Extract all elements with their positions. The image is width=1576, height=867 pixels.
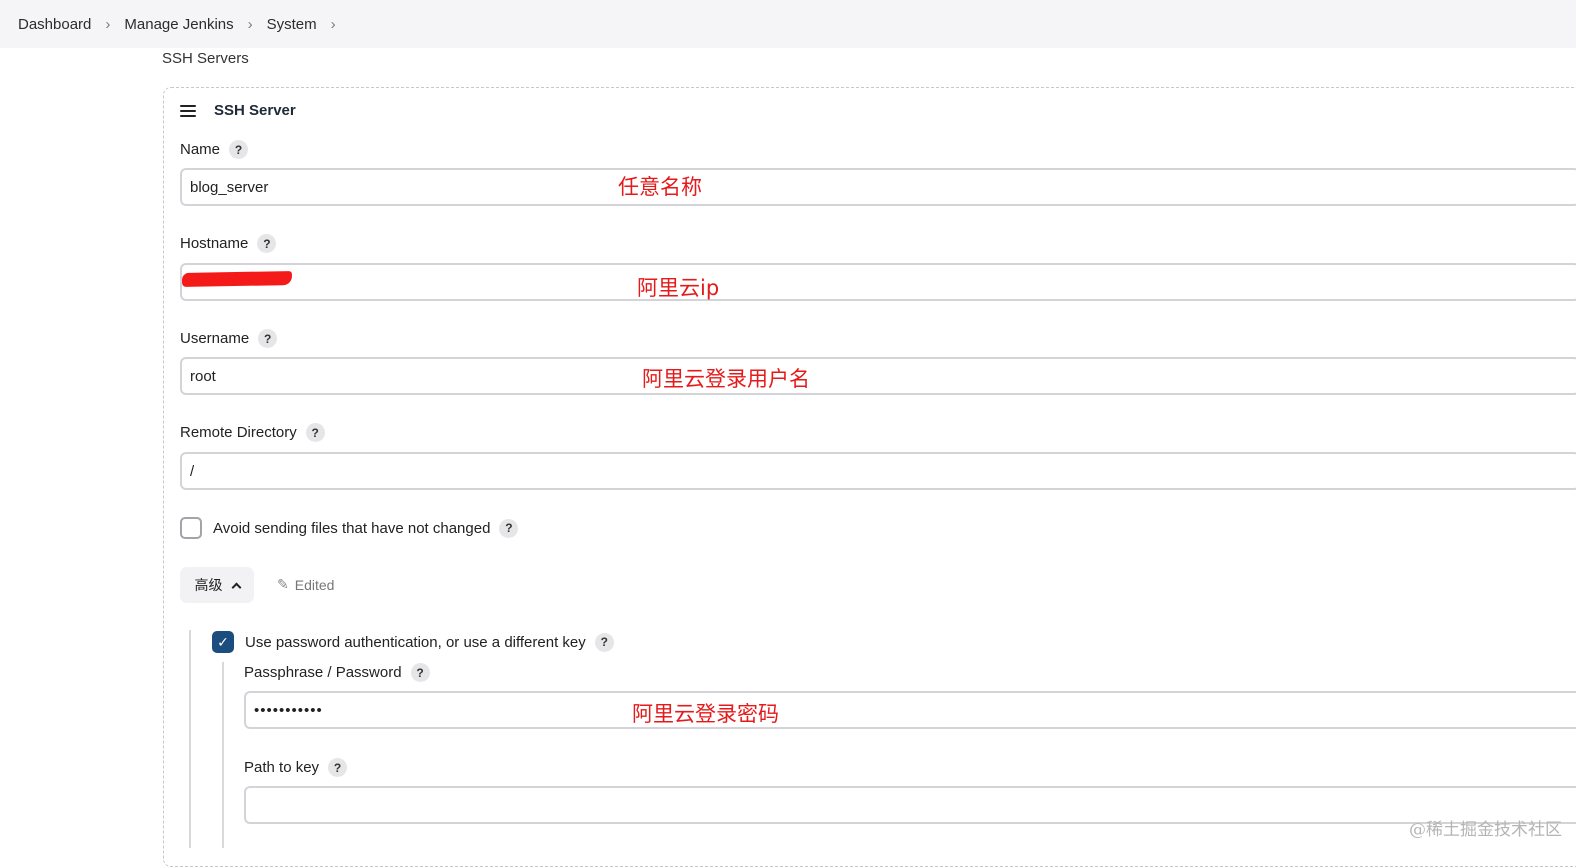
username-label-text: Username bbox=[180, 330, 249, 347]
help-icon[interactable]: ? bbox=[595, 633, 614, 652]
help-icon[interactable]: ? bbox=[306, 423, 325, 442]
password-auth-row: ✓ Use password authentication, or use a … bbox=[212, 631, 614, 653]
help-icon[interactable]: ? bbox=[499, 519, 518, 538]
avoid-sending-row: Avoid sending files that have not change… bbox=[180, 517, 518, 539]
panel-title: SSH Server bbox=[214, 102, 296, 119]
password-section-guide bbox=[222, 662, 224, 848]
chevron-right-icon: › bbox=[248, 16, 253, 33]
advanced-toggle-button[interactable]: 高级 bbox=[180, 567, 254, 603]
chevron-right-icon: › bbox=[105, 16, 110, 33]
chevron-right-icon: › bbox=[331, 16, 336, 33]
path-to-key-label-text: Path to key bbox=[244, 759, 319, 776]
breadcrumb-system[interactable]: System bbox=[267, 16, 317, 33]
edited-label: Edited bbox=[295, 577, 335, 593]
breadcrumb-manage-jenkins[interactable]: Manage Jenkins bbox=[124, 16, 233, 33]
remote-directory-label: Remote Directory ? bbox=[180, 423, 325, 442]
passphrase-label-text: Passphrase / Password bbox=[244, 664, 402, 681]
path-to-key-label: Path to key ? bbox=[244, 758, 347, 777]
watermark: @稀土掘金技术社区 bbox=[1409, 815, 1562, 840]
section-title: SSH Servers bbox=[162, 50, 249, 67]
username-input[interactable] bbox=[180, 357, 1576, 395]
name-label: Name ? bbox=[180, 140, 248, 159]
passphrase-input[interactable] bbox=[244, 691, 1576, 729]
help-icon[interactable]: ? bbox=[257, 234, 276, 253]
remote-directory-input[interactable] bbox=[180, 452, 1576, 490]
panel-header: SSH Server bbox=[180, 102, 296, 119]
hostname-label-text: Hostname bbox=[180, 235, 248, 252]
username-label: Username ? bbox=[180, 329, 277, 348]
path-to-key-input[interactable] bbox=[244, 786, 1576, 824]
breadcrumb: Dashboard › Manage Jenkins › System › bbox=[0, 0, 1576, 48]
avoid-sending-label: Avoid sending files that have not change… bbox=[213, 520, 490, 537]
advanced-label: 高级 bbox=[195, 575, 223, 595]
name-annotation: 任意名称 bbox=[618, 171, 702, 201]
hostname-annotation: 阿里云ip bbox=[637, 272, 719, 302]
help-icon[interactable]: ? bbox=[328, 758, 347, 777]
check-icon: ✓ bbox=[217, 634, 229, 651]
password-auth-label: Use password authentication, or use a di… bbox=[245, 634, 586, 651]
breadcrumb-dashboard[interactable]: Dashboard bbox=[18, 16, 91, 33]
remote-directory-label-text: Remote Directory bbox=[180, 424, 297, 441]
passphrase-annotation: 阿里云登录密码 bbox=[632, 698, 779, 728]
help-icon[interactable]: ? bbox=[258, 329, 277, 348]
drag-handle-icon[interactable] bbox=[180, 105, 196, 117]
help-icon[interactable]: ? bbox=[229, 140, 248, 159]
hostname-label: Hostname ? bbox=[180, 234, 276, 253]
redaction-mark bbox=[182, 271, 292, 287]
name-input[interactable] bbox=[180, 168, 1576, 206]
edited-indicator: ✎ Edited bbox=[277, 576, 334, 593]
advanced-section-guide bbox=[189, 630, 191, 848]
help-icon[interactable]: ? bbox=[411, 663, 430, 682]
password-auth-checkbox[interactable]: ✓ bbox=[212, 631, 234, 653]
name-label-text: Name bbox=[180, 141, 220, 158]
passphrase-label: Passphrase / Password ? bbox=[244, 663, 430, 682]
avoid-sending-checkbox[interactable] bbox=[180, 517, 202, 539]
chevron-up-icon bbox=[231, 582, 241, 592]
pencil-icon: ✎ bbox=[277, 576, 289, 593]
username-annotation: 阿里云登录用户名 bbox=[642, 363, 810, 393]
hostname-input[interactable] bbox=[180, 263, 1576, 301]
